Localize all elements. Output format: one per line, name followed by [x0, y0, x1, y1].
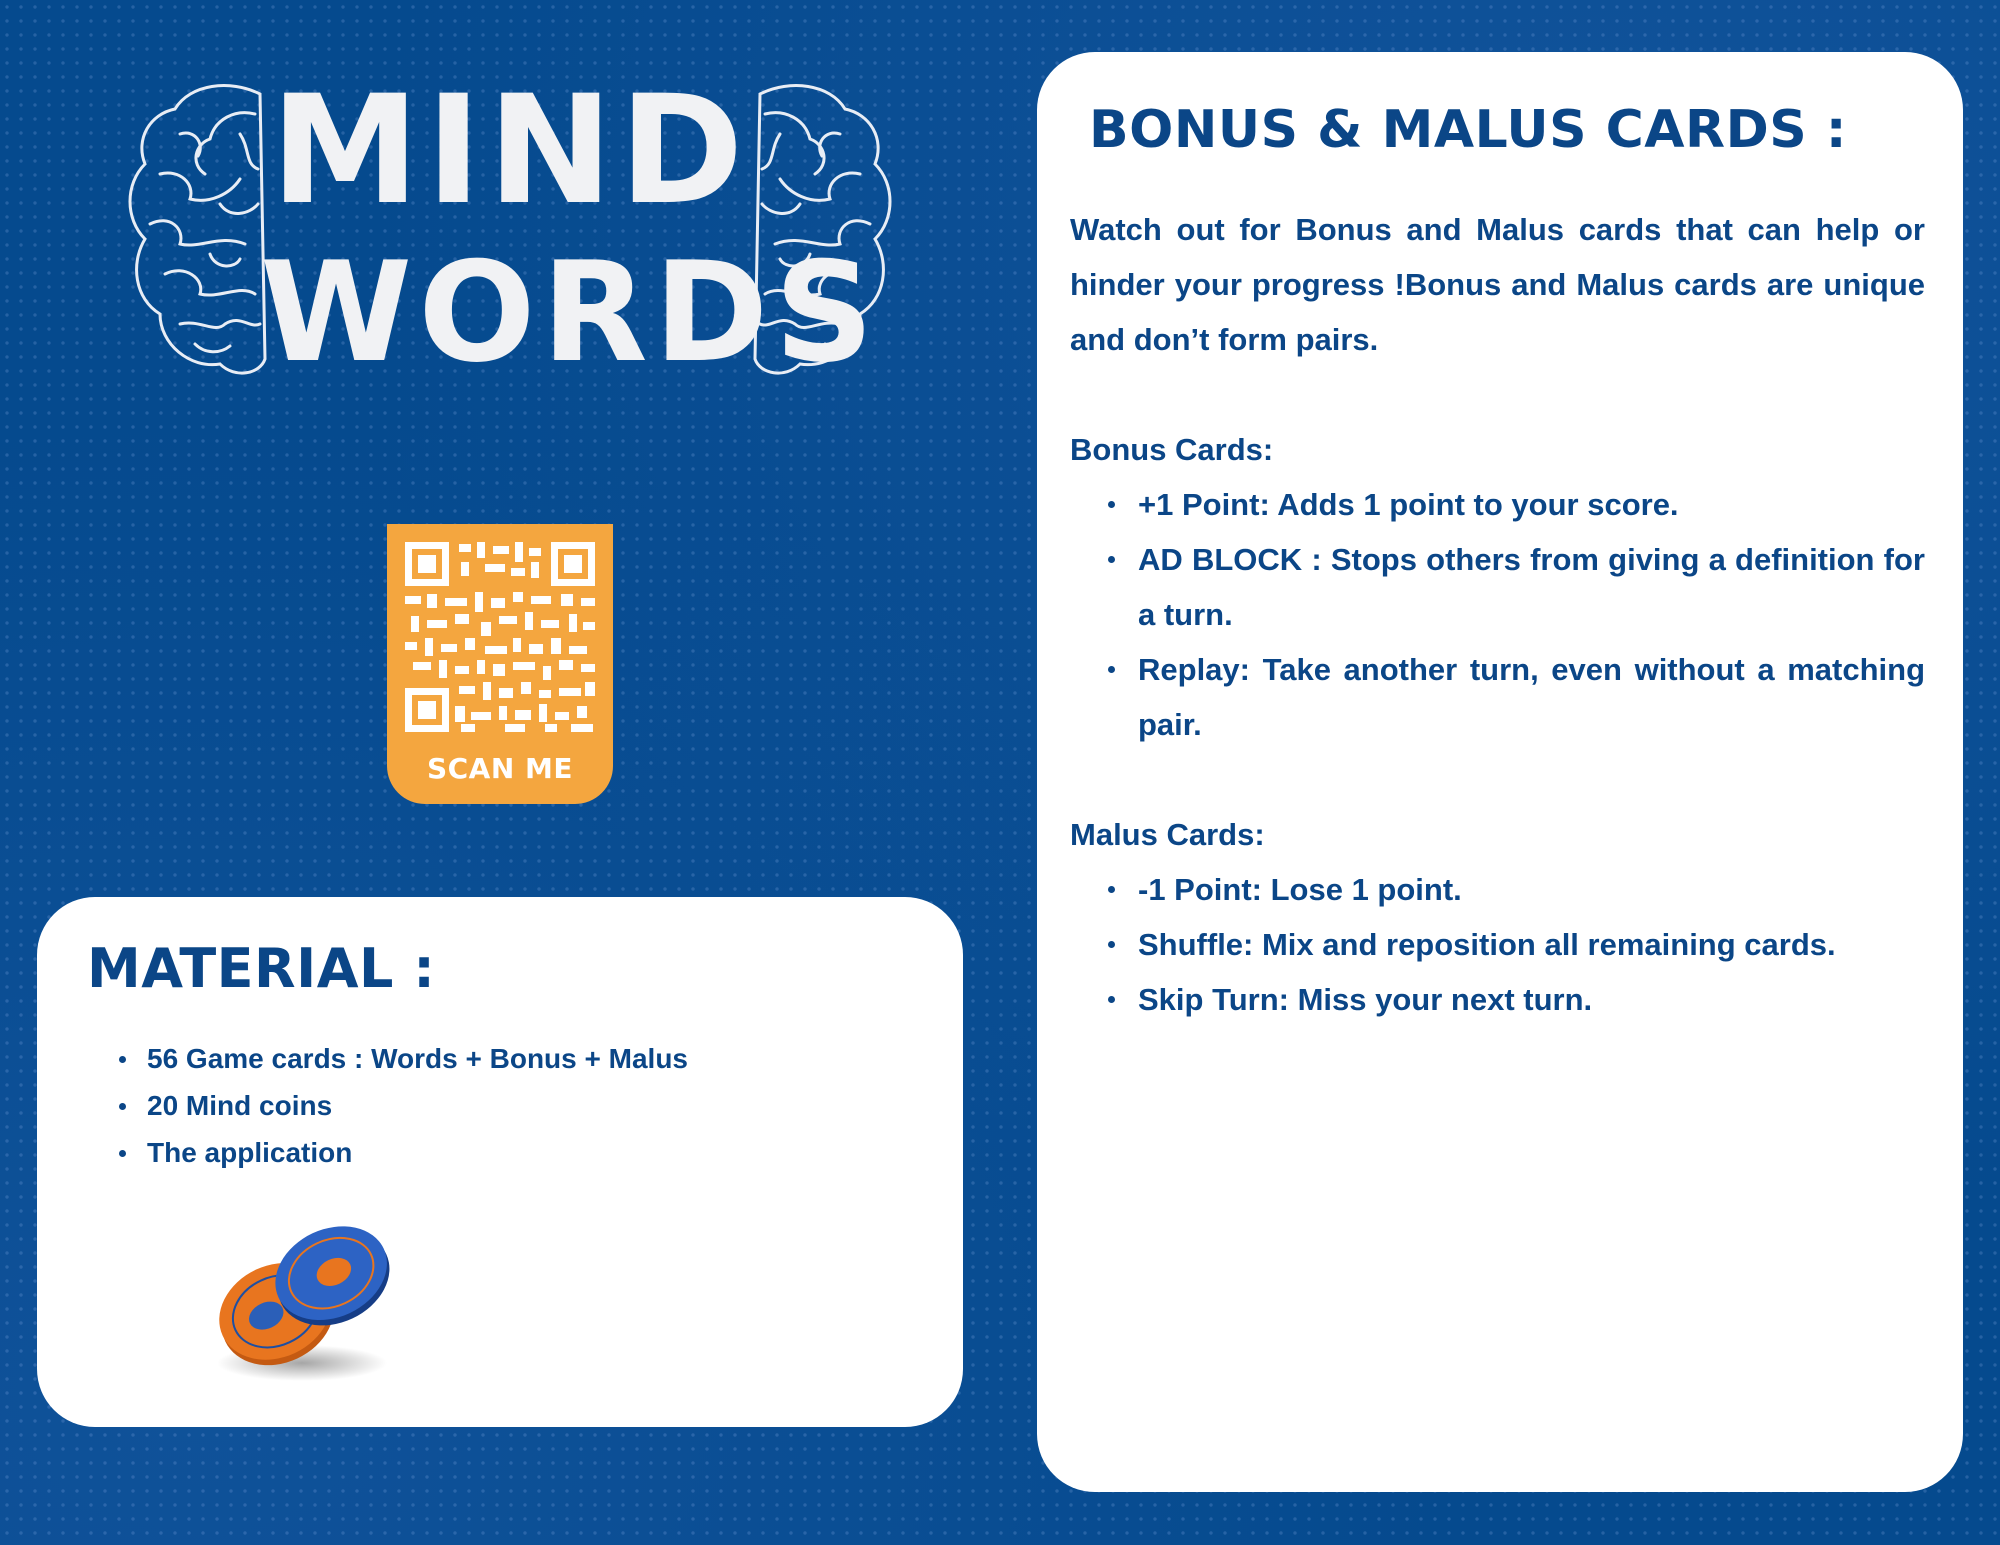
list-item: Replay: Take another turn, even without …: [1108, 642, 1925, 752]
mind-words-logo: MIND WORDS: [120, 70, 900, 400]
material-heading: MATERIAL :: [87, 937, 436, 1000]
material-list: 56 Game cards : Words + Bonus + Malus 20…: [119, 1035, 688, 1176]
qr-code-badge[interactable]: SCAN ME: [387, 524, 613, 804]
list-item: Shuffle: Mix and reposition all remainin…: [1108, 917, 1925, 972]
malus-cards-title: Malus Cards:: [1070, 817, 1265, 852]
list-item: 20 Mind coins: [119, 1082, 688, 1129]
bonus-malus-heading: BONUS & MALUS CARDS :: [1089, 100, 1848, 160]
list-item: The application: [119, 1129, 688, 1176]
malus-cards-list: -1 Point: Lose 1 point. Shuffle: Mix and…: [1108, 862, 1925, 1027]
scan-me-label: SCAN ME: [426, 752, 574, 785]
intro-paragraph: Watch out for Bonus and Malus cards that…: [1070, 212, 1925, 357]
list-item: 56 Game cards : Words + Bonus + Malus: [119, 1035, 688, 1082]
bonus-cards-title: Bonus Cards:: [1070, 432, 1274, 467]
list-item: -1 Point: Lose 1 point.: [1108, 862, 1925, 917]
list-item: Skip Turn: Miss your next turn.: [1108, 972, 1925, 1027]
logo-word-mind: MIND: [270, 64, 750, 238]
mind-coins-image: [217, 1226, 390, 1381]
bonus-malus-panel: BONUS & MALUS CARDS : Watch out for Bonu…: [1037, 52, 1963, 1492]
logo-word-words: WORDS: [260, 232, 880, 393]
bonus-cards-list: +1 Point: Adds 1 point to your score. AD…: [1108, 477, 1925, 752]
qr-code-icon: [405, 542, 595, 732]
bonus-malus-body: Watch out for Bonus and Malus cards that…: [1070, 202, 1925, 1027]
list-item: AD BLOCK : Stops others from giving a de…: [1108, 532, 1925, 642]
material-panel: MATERIAL : 56 Game cards : Words + Bonus…: [37, 897, 963, 1427]
list-item: +1 Point: Adds 1 point to your score.: [1108, 477, 1925, 532]
left-brain-icon: [128, 84, 267, 375]
